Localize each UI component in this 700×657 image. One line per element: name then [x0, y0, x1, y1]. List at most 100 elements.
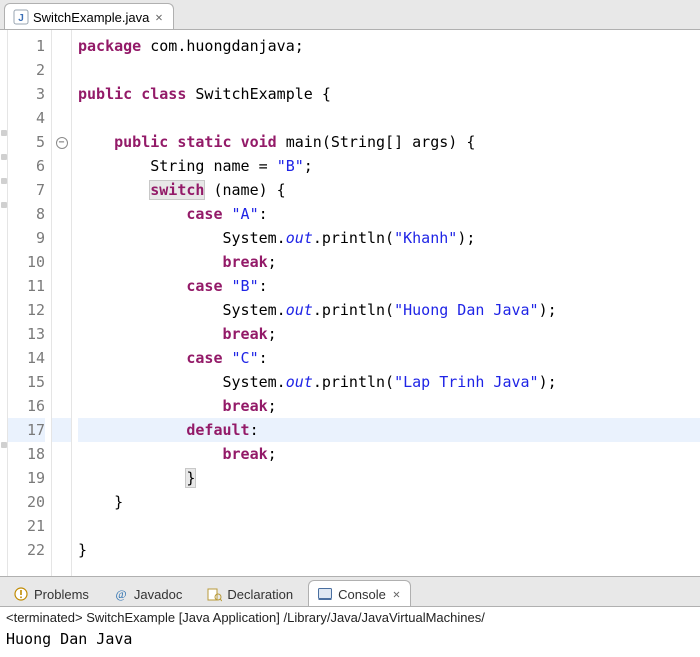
line-number: 22: [8, 538, 45, 562]
code-line[interactable]: break;: [78, 250, 700, 274]
code-token: [78, 181, 150, 199]
code-token: [78, 277, 186, 295]
line-number: 13: [8, 322, 45, 346]
editor-tab-switchexample[interactable]: J SwitchExample.java ✕: [4, 3, 174, 29]
close-icon[interactable]: ✕: [155, 10, 162, 24]
code-token: String name =: [78, 157, 277, 175]
code-token: main(String[] args) {: [286, 133, 476, 151]
editor-tabrow: J SwitchExample.java ✕: [0, 0, 700, 30]
fold-cell: [52, 202, 71, 226]
line-number: 21: [8, 514, 45, 538]
code-line[interactable]: package com.huongdanjava;: [78, 34, 700, 58]
code-token: [78, 205, 186, 223]
line-number: 20: [8, 490, 45, 514]
code-token: [78, 445, 223, 463]
code-token: ;: [268, 445, 277, 463]
line-number: 2: [8, 58, 45, 82]
fold-cell: [52, 178, 71, 202]
code-token: default: [186, 421, 249, 439]
code-line[interactable]: case "C":: [78, 346, 700, 370]
console-view: <terminated> SwitchExample [Java Applica…: [0, 606, 700, 654]
code-token: package: [78, 37, 141, 55]
editor-tab-filename: SwitchExample.java: [33, 10, 149, 25]
fold-cell: [52, 490, 71, 514]
code-line[interactable]: public class SwitchExample {: [78, 82, 700, 106]
code-line[interactable]: [78, 58, 700, 82]
editor-area[interactable]: 12345678910111213141516171819202122 − pa…: [0, 30, 700, 576]
fold-cell: [52, 514, 71, 538]
code-token: [78, 421, 186, 439]
line-number: 6: [8, 154, 45, 178]
code-line[interactable]: System.out.println("Huong Dan Java");: [78, 298, 700, 322]
overview-mark: [1, 202, 7, 208]
code-token: :: [259, 277, 268, 295]
code-token: :: [250, 421, 259, 439]
code-token: com.huongdanjava;: [150, 37, 304, 55]
code-token: [78, 253, 223, 271]
code-token: .println(: [313, 229, 394, 247]
code-line[interactable]: }: [78, 490, 700, 514]
code-token: case: [186, 277, 222, 295]
overview-mark: [1, 178, 7, 184]
code-line[interactable]: }: [78, 466, 700, 490]
code-token: "A": [232, 205, 259, 223]
code-token: :: [259, 205, 268, 223]
code-line[interactable]: break;: [78, 394, 700, 418]
code-token: ;: [268, 397, 277, 415]
fold-toggle-icon[interactable]: −: [56, 137, 68, 149]
tab-declaration[interactable]: Declaration: [197, 580, 304, 606]
tab-problems[interactable]: Problems: [4, 580, 100, 606]
code-token: [78, 469, 186, 487]
code-line[interactable]: [78, 514, 700, 538]
code-token: "Khanh": [394, 229, 457, 247]
code-token: "C": [232, 349, 259, 367]
code-line[interactable]: switch (name) {: [78, 178, 700, 202]
code-token: public: [114, 133, 168, 151]
code-line[interactable]: break;: [78, 442, 700, 466]
fold-cell: [52, 370, 71, 394]
code-token: switch: [150, 181, 204, 199]
code-token: );: [457, 229, 475, 247]
fold-cell: [52, 58, 71, 82]
code-token: );: [539, 301, 557, 319]
line-number: 15: [8, 370, 45, 394]
fold-cell: −: [52, 130, 71, 154]
code-line[interactable]: String name = "B";: [78, 154, 700, 178]
close-icon[interactable]: ✕: [393, 587, 400, 601]
line-number: 4: [8, 106, 45, 130]
code-line[interactable]: public static void main(String[] args) {: [78, 130, 700, 154]
console-icon: [317, 586, 333, 602]
code-line[interactable]: break;: [78, 322, 700, 346]
tab-console[interactable]: Console✕: [308, 580, 411, 606]
line-number: 14: [8, 346, 45, 370]
code-line[interactable]: [78, 106, 700, 130]
code-line[interactable]: case "B":: [78, 274, 700, 298]
code-token: [78, 133, 114, 151]
code-line[interactable]: }: [78, 538, 700, 562]
fold-gutter: −: [52, 30, 72, 576]
code-token: "Lap Trinh Java": [394, 373, 539, 391]
code-token: }: [78, 541, 87, 559]
console-output[interactable]: Huong Dan Java: [0, 628, 700, 654]
code-token: System.: [78, 373, 286, 391]
tab-javadoc[interactable]: @Javadoc: [104, 580, 193, 606]
code-token: }: [186, 469, 195, 487]
code-token: ;: [268, 253, 277, 271]
fold-cell: [52, 322, 71, 346]
code-token: void: [241, 133, 277, 151]
code-token: [277, 133, 286, 151]
code-token: case: [186, 349, 222, 367]
code-token: [141, 37, 150, 55]
code-token: [78, 349, 186, 367]
code-token: [223, 349, 232, 367]
code-area[interactable]: package com.huongdanjava; public class Sw…: [72, 30, 700, 576]
code-line[interactable]: System.out.println("Khanh");: [78, 226, 700, 250]
code-line[interactable]: case "A":: [78, 202, 700, 226]
code-line[interactable]: default:: [78, 418, 700, 442]
code-token: [132, 85, 141, 103]
overview-mark: [1, 442, 7, 448]
line-number: 12: [8, 298, 45, 322]
code-line[interactable]: System.out.println("Lap Trinh Java");: [78, 370, 700, 394]
code-token: SwitchExample {: [195, 85, 330, 103]
fold-cell: [52, 442, 71, 466]
